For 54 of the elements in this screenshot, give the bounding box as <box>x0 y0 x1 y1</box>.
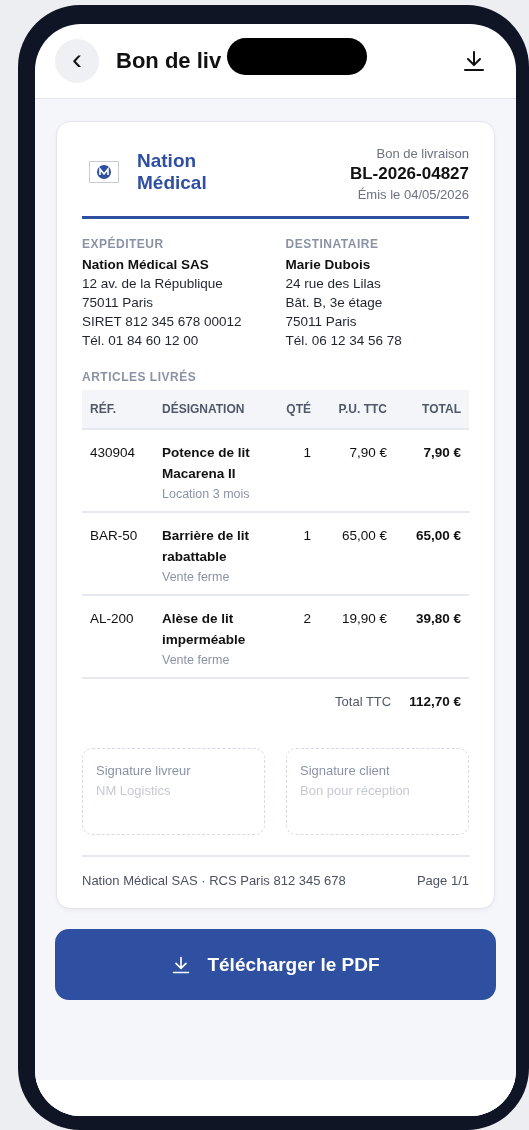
section-label: EXPÉDITEUR <box>82 237 165 251</box>
table-cell-text: 19,90 € <box>340 610 387 628</box>
total-value: 112,70 € <box>409 693 461 711</box>
address-line: SIRET 812 345 678 00012 <box>82 314 243 329</box>
column-header: RÉF. <box>90 400 117 418</box>
party-name: Marie Dubois <box>285 257 372 272</box>
signature-title: Signature livreur <box>96 763 192 778</box>
download-pdf-button[interactable]: Télécharger le PDF <box>55 929 496 1000</box>
issue-date: Émis le 04/05/2026 <box>356 187 469 202</box>
total-label: Total TTC <box>335 694 392 709</box>
address-line: Tél. 01 84 60 12 00 <box>82 333 200 348</box>
item-note: Location 3 mois <box>162 487 251 501</box>
party-name: Nation Médical SAS <box>82 257 210 272</box>
download-icon <box>462 49 486 73</box>
column-header: P.U. TTC <box>337 401 387 418</box>
document-number: BL-2026-04827 <box>349 164 469 184</box>
page-number: Page 1/1 <box>416 873 469 888</box>
brand-name: Nation Médical <box>137 150 207 194</box>
address-line: 75011 Paris <box>285 314 358 329</box>
signature-title: Signature client <box>300 763 391 778</box>
table-cell-text: 1 <box>302 527 311 545</box>
table-cell-text: 7,90 € <box>422 444 461 462</box>
document-type: Bon de livraison <box>375 146 469 161</box>
back-button[interactable]: ‹ <box>55 39 99 83</box>
address-line: 24 rue des Lilas <box>285 276 382 291</box>
address-line: Bât. B, 3e étage <box>285 295 384 310</box>
table-cell-text: BAR-50 <box>90 527 139 545</box>
logo-icon <box>89 161 119 183</box>
table-cell-text: 7,90 € <box>348 444 387 462</box>
item-name: Barrière de lit rabattable <box>162 527 251 566</box>
item-name: Potence de lit Macarena II <box>162 444 251 483</box>
table-cell-text: 430904 <box>90 444 137 462</box>
footer-legal: Nation Médical SAS · RCS Paris 812 345 678 <box>82 873 346 888</box>
address-line: 12 av. de la République <box>82 276 224 291</box>
item-note: Vente ferme <box>162 570 231 584</box>
item-note: Vente ferme <box>162 653 231 667</box>
section-label: DESTINATAIRE <box>285 237 380 251</box>
address-line: 75011 Paris <box>82 295 155 310</box>
table-cell-text: 2 <box>302 610 311 628</box>
signature-hint: NM Logistics <box>96 783 172 798</box>
download-icon <box>171 954 192 975</box>
table-cell-text: 65,00 € <box>340 527 387 545</box>
column-header: DÉSIGNATION <box>162 400 246 418</box>
item-name: Alèse de lit imperméable <box>162 610 247 649</box>
section-label: ARTICLES LIVRÉS <box>82 370 198 384</box>
signature-hint: Bon pour réception <box>300 783 411 798</box>
table-cell-text: 1 <box>302 444 311 462</box>
table-cell-text: 39,80 € <box>414 610 461 628</box>
column-header: TOTAL <box>421 401 461 418</box>
table-cell-text: AL-200 <box>90 610 135 628</box>
table-cell-text: 65,00 € <box>414 527 461 545</box>
page-title: Bon de liv <box>116 48 222 74</box>
address-line: Tél. 06 12 34 56 78 <box>285 333 403 348</box>
column-header: QTÉ <box>285 400 311 418</box>
